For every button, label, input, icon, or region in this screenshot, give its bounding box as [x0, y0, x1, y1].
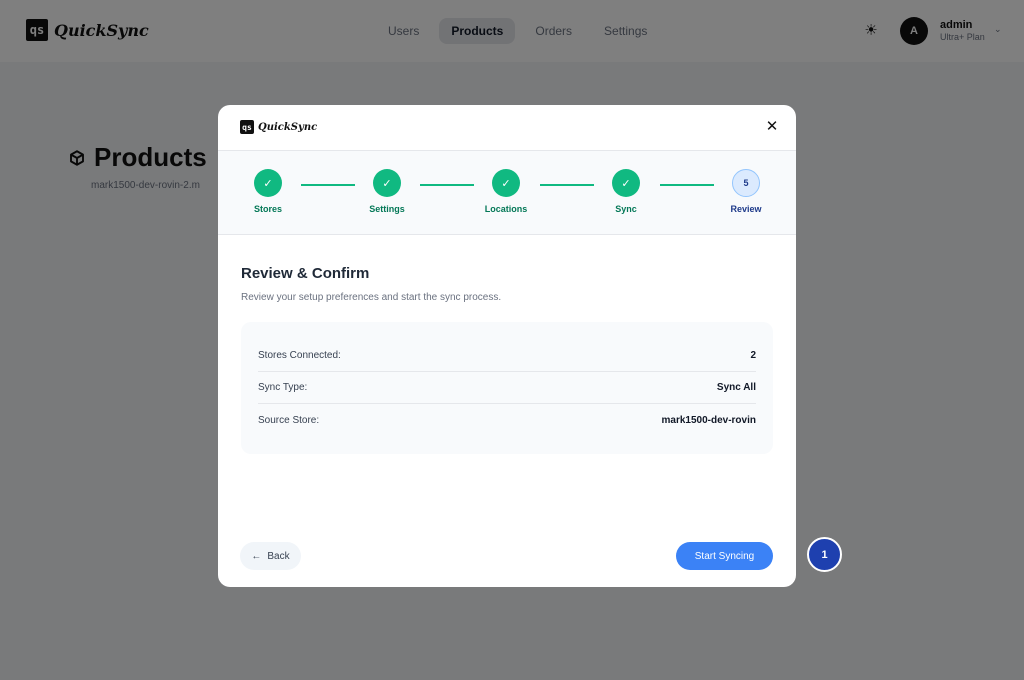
summary-row: Sync Type: Sync All: [258, 372, 756, 404]
modal-body: Review & Confirm Review your setup prefe…: [218, 235, 796, 587]
step-label: Review: [730, 204, 762, 214]
summary-row: Stores Connected: 2: [258, 340, 756, 372]
summary-value: Sync All: [716, 382, 756, 393]
annotation-badge: 1: [807, 537, 842, 572]
check-icon: ✓: [612, 169, 640, 197]
summary-label: Source Store:: [258, 414, 320, 426]
step-review[interactable]: 5 Review: [716, 169, 776, 214]
step-locations[interactable]: ✓ Locations: [476, 169, 536, 214]
back-button-label: Back: [267, 550, 290, 562]
check-icon: ✓: [373, 169, 401, 197]
step-label: Sync: [615, 204, 637, 214]
summary-value: 2: [750, 350, 756, 361]
step-sync[interactable]: ✓ Sync: [596, 169, 656, 214]
summary-label: Stores Connected:: [258, 350, 341, 361]
summary-value: mark1500-dev-rovin: [661, 414, 757, 426]
step-connector: [301, 184, 355, 186]
check-icon: ✓: [254, 169, 282, 197]
step-label: Settings: [369, 204, 405, 214]
step-label: Stores: [253, 204, 282, 214]
step-number: 5: [732, 169, 760, 197]
check-icon: ✓: [492, 169, 520, 197]
summary-row: Source Store: mark1500-dev-rovin: [258, 404, 756, 436]
review-title: Review & Confirm: [241, 265, 370, 282]
close-icon[interactable]: ✕: [764, 119, 780, 135]
step-connector: [420, 184, 474, 186]
stepper: ✓ Stores ✓ Settings ✓ Locations ✓ Sync 5…: [218, 151, 796, 235]
modal-logo-text: QuickSync: [258, 121, 318, 133]
arrow-left-icon: ←: [251, 550, 262, 562]
summary-label: Sync Type:: [258, 382, 308, 393]
step-connector: [540, 184, 594, 186]
step-connector: [660, 184, 714, 186]
modal-logo-mark: qs: [240, 120, 254, 134]
back-button[interactable]: ← Back: [240, 542, 301, 570]
modal-logo: qs QuickSync: [240, 120, 317, 134]
step-label: Locations: [484, 204, 528, 214]
modal-header: qs QuickSync ✕: [218, 105, 796, 151]
start-syncing-button[interactable]: Start Syncing: [676, 542, 773, 570]
sync-setup-modal: qs QuickSync ✕ ✓ Stores ✓ Settings ✓ Loc…: [218, 105, 796, 587]
step-stores[interactable]: ✓ Stores: [238, 169, 298, 214]
review-description: Review your setup preferences and start …: [241, 292, 502, 303]
step-settings[interactable]: ✓ Settings: [357, 169, 417, 214]
summary-card: Stores Connected: 2 Sync Type: Sync All …: [241, 322, 773, 454]
